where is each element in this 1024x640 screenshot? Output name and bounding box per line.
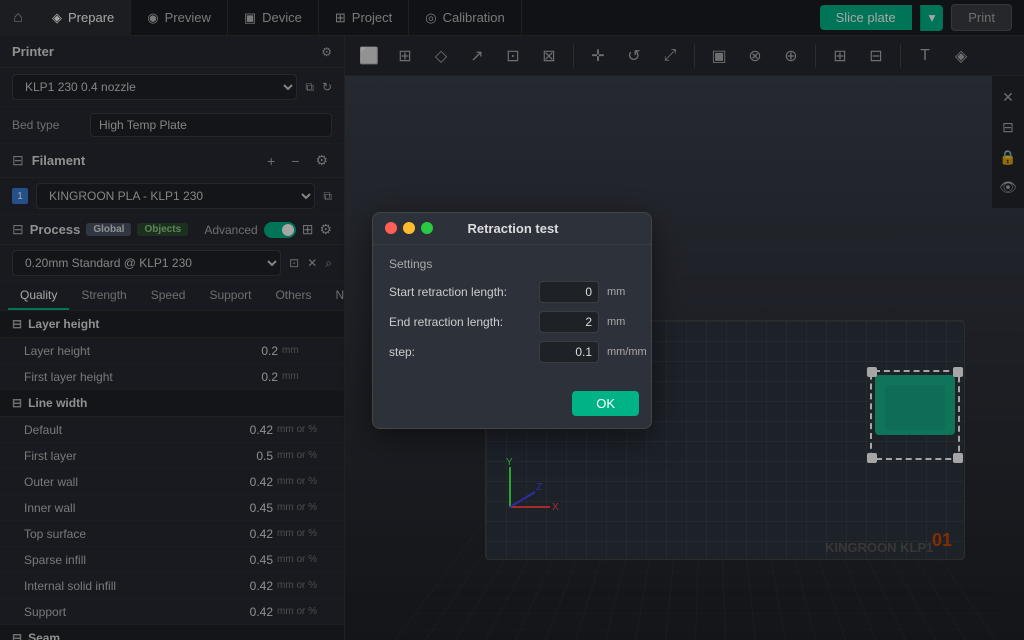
dialog-overlay: Retraction test Settings Start retractio… (0, 0, 1024, 640)
dialog-field-start: Start retraction length: mm (389, 281, 635, 303)
step-input[interactable] (539, 341, 599, 363)
dialog-footer: OK (373, 383, 651, 428)
dialog-settings-label: Settings (389, 257, 635, 271)
dialog-field-end: End retraction length: mm (389, 311, 635, 333)
start-retraction-label: Start retraction length: (389, 285, 531, 299)
end-retraction-input[interactable] (539, 311, 599, 333)
dialog-field-step: step: mm/mm (389, 341, 635, 363)
dialog-titlebar: Retraction test (373, 213, 651, 245)
step-label: step: (389, 345, 531, 359)
dialog-title: Retraction test (387, 221, 639, 236)
retraction-test-dialog: Retraction test Settings Start retractio… (372, 212, 652, 429)
step-unit: mm/mm (607, 346, 635, 358)
start-retraction-unit: mm (607, 286, 635, 298)
start-retraction-input[interactable] (539, 281, 599, 303)
end-retraction-label: End retraction length: (389, 315, 531, 329)
dialog-body: Settings Start retraction length: mm End… (373, 245, 651, 383)
end-retraction-unit: mm (607, 316, 635, 328)
ok-button[interactable]: OK (572, 391, 639, 416)
